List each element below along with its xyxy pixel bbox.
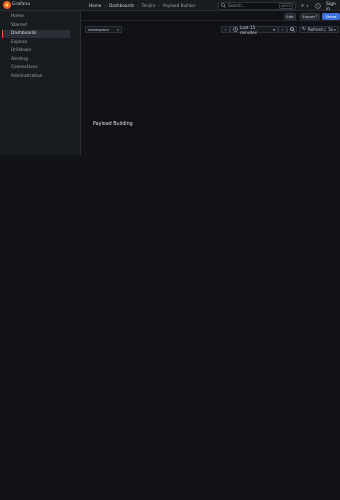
- sidebar-item-dashboards[interactable]: Dashboards: [2, 30, 70, 38]
- breadcrumb-current: Payload Builder: [162, 2, 196, 8]
- time-shift-forward-button[interactable]: ›: [278, 26, 287, 33]
- sidebar-item-starred[interactable]: Starred: [2, 22, 70, 30]
- search-shortcut: ctrl+k: [278, 2, 293, 9]
- search-input[interactable]: Search... ctrl+k: [218, 1, 296, 10]
- namespace-variable-label: namespace: [88, 27, 109, 32]
- chevron-down-icon: ▾: [315, 14, 318, 18]
- empty-canvas: [0, 155, 340, 500]
- export-button[interactable]: Export ▾: [300, 12, 320, 20]
- breadcrumb-home[interactable]: Home: [89, 3, 101, 8]
- search-icon: [221, 3, 226, 8]
- chevron-down-icon: ▾: [273, 27, 275, 32]
- breadcrumb-separator-icon: ›: [136, 2, 139, 8]
- zoom-out-icon: [289, 27, 295, 32]
- refresh-interval-value: 5s: [328, 27, 334, 32]
- namespace-variable-select[interactable]: namespace ▾: [85, 26, 122, 33]
- zoom-out-button[interactable]: [287, 26, 297, 33]
- time-range-label: Last 15 minutes: [239, 24, 257, 35]
- chevron-left-icon: ‹: [224, 27, 227, 32]
- refresh-interval-select[interactable]: 5s ▾: [325, 26, 339, 33]
- edit-button[interactable]: Edit: [284, 12, 296, 20]
- help-icon[interactable]: ?: [314, 2, 321, 9]
- breadcrumb-separator-icon: ›: [104, 2, 107, 8]
- top-bar: Grafana Home › Dashboards › Tenjiro › Pa…: [0, 0, 340, 12]
- export-label: Export: [302, 13, 315, 19]
- refresh-button[interactable]: ↻ Refresh: [299, 26, 325, 33]
- breadcrumb-dashboards[interactable]: Dashboards: [109, 3, 134, 8]
- chevron-right-icon: ›: [281, 27, 284, 32]
- sidebar-item-connections[interactable]: Connections: [2, 64, 70, 72]
- sidebar-item-administration[interactable]: Administration: [2, 73, 70, 81]
- sidebar-item-explore[interactable]: Explore: [2, 39, 70, 47]
- clock-icon: [233, 27, 238, 32]
- share-button[interactable]: Share: [322, 12, 340, 20]
- grafana-logo-icon[interactable]: [3, 1, 11, 9]
- breadcrumb-folder[interactable]: Tenjiro: [142, 3, 156, 8]
- chevron-down-icon[interactable]: ▾: [304, 2, 311, 9]
- sidebar-item-drilldown[interactable]: Drilldown: [2, 47, 70, 55]
- sidebar-item-alerting[interactable]: Alerting: [2, 56, 70, 64]
- share-label: Share: [325, 13, 337, 19]
- refresh-icon: ↻: [302, 27, 306, 32]
- chevron-down-icon: ▾: [117, 27, 119, 32]
- search-placeholder: Search...: [228, 3, 246, 8]
- panel-title: Payload Building: [93, 122, 133, 127]
- app-name: Grafana: [12, 2, 31, 7]
- sidebar-item-home[interactable]: Home: [2, 13, 70, 21]
- time-range-picker[interactable]: Last 15 minutes ▾: [230, 24, 278, 35]
- breadcrumb-separator-icon: ›: [158, 2, 160, 8]
- svg-text:?: ?: [317, 4, 319, 8]
- time-shift-back-button[interactable]: ‹: [221, 26, 230, 33]
- sidebar-nav: Home Starred Dashboards Explore Drilldow…: [0, 11, 81, 155]
- chevron-down-icon: ▾: [334, 27, 336, 32]
- refresh-label: Refresh: [307, 27, 324, 32]
- breadcrumb: Home › Dashboards › Tenjiro › Payload Bu…: [89, 3, 195, 8]
